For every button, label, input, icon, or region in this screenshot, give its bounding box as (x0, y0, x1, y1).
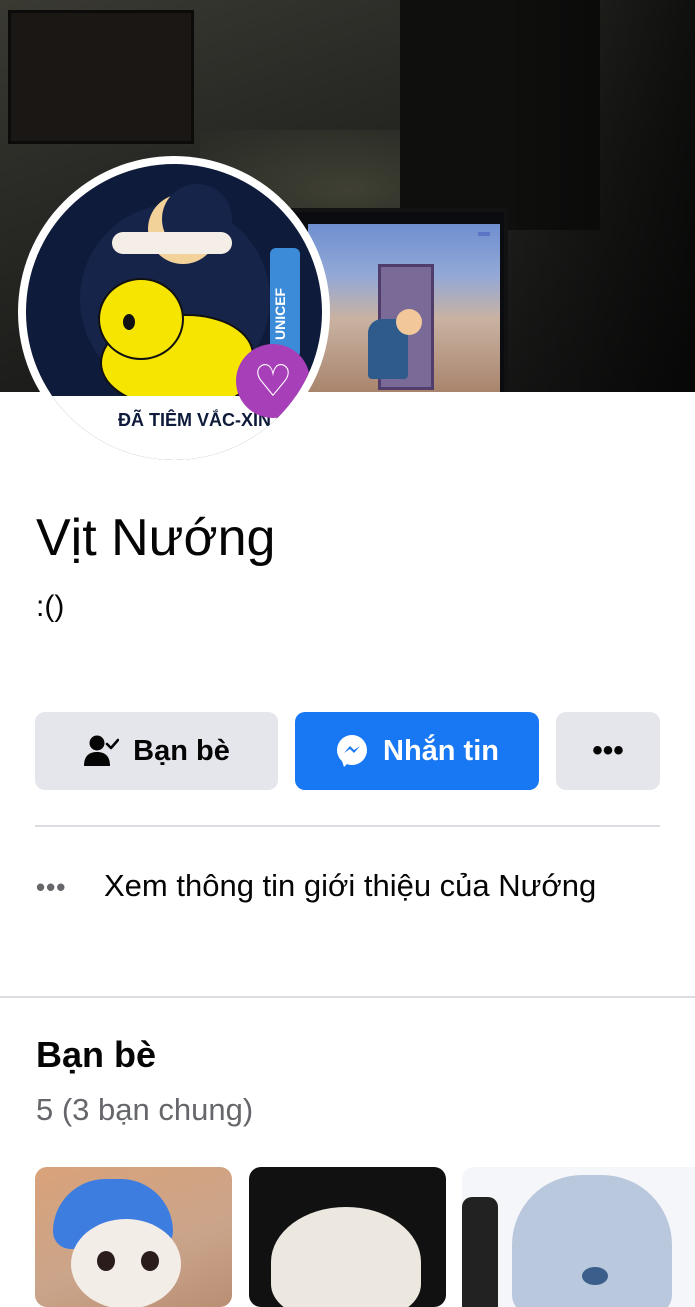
about-info-text: Xem thông tin giới thiệu của Nướng (104, 868, 597, 903)
profile-avatar-ring[interactable]: ĐÃ TIÊM VẮC-XIN COVID-19 UNICEF ♡ (18, 156, 330, 468)
friend-photo-cat (271, 1207, 421, 1307)
tv-screen (308, 224, 500, 392)
tv-scene-character (396, 309, 422, 335)
profile-name: Vịt Nướng (36, 509, 276, 567)
friends-button-label: Bạn bè (133, 734, 230, 767)
friend-thumbnail[interactable] (35, 1167, 232, 1307)
avatar-vaccine-label: ĐÃ TIÊM VẮC-XIN COVID-19 (118, 410, 322, 430)
wall-picture-frame (8, 10, 194, 144)
profile-avatar[interactable]: ĐÃ TIÊM VẮC-XIN COVID-19 UNICEF ♡ (26, 164, 322, 460)
friend-photo-eye (582, 1267, 608, 1285)
divider (35, 825, 660, 827)
profile-bio: :() (36, 590, 65, 623)
unicef-label: UNICEF (272, 287, 288, 340)
friend-check-icon (83, 734, 120, 768)
friend-thumbnail[interactable] (249, 1167, 446, 1307)
messenger-icon (335, 734, 369, 768)
message-button-label: Nhắn tin (383, 734, 499, 767)
friend-photo-face (71, 1219, 181, 1307)
more-options-button[interactable]: ••• (556, 712, 660, 790)
cover-shadow (505, 0, 695, 392)
friend-photo-dark-hair (462, 1197, 498, 1307)
heart-badge-icon: ♡ (236, 344, 310, 418)
friends-section-title: Bạn bè (36, 1034, 157, 1075)
friend-photo-hair (512, 1175, 672, 1307)
friends-button[interactable]: Bạn bè (35, 712, 278, 790)
more-dots-icon: ••• (36, 872, 67, 902)
duck-eye (123, 314, 135, 330)
duck-head (98, 278, 184, 360)
message-button[interactable]: Nhắn tin (295, 712, 539, 790)
friend-thumbnail[interactable] (462, 1167, 695, 1307)
tv-channel-badge (478, 232, 490, 236)
cloud-icon (112, 232, 232, 254)
friend-photo-eye (141, 1251, 159, 1271)
friends-count[interactable]: 5 (3 bạn chung) (36, 1092, 253, 1128)
more-dots-icon: ••• (592, 734, 624, 767)
friend-photo-eye (97, 1251, 115, 1271)
section-divider (0, 996, 695, 998)
